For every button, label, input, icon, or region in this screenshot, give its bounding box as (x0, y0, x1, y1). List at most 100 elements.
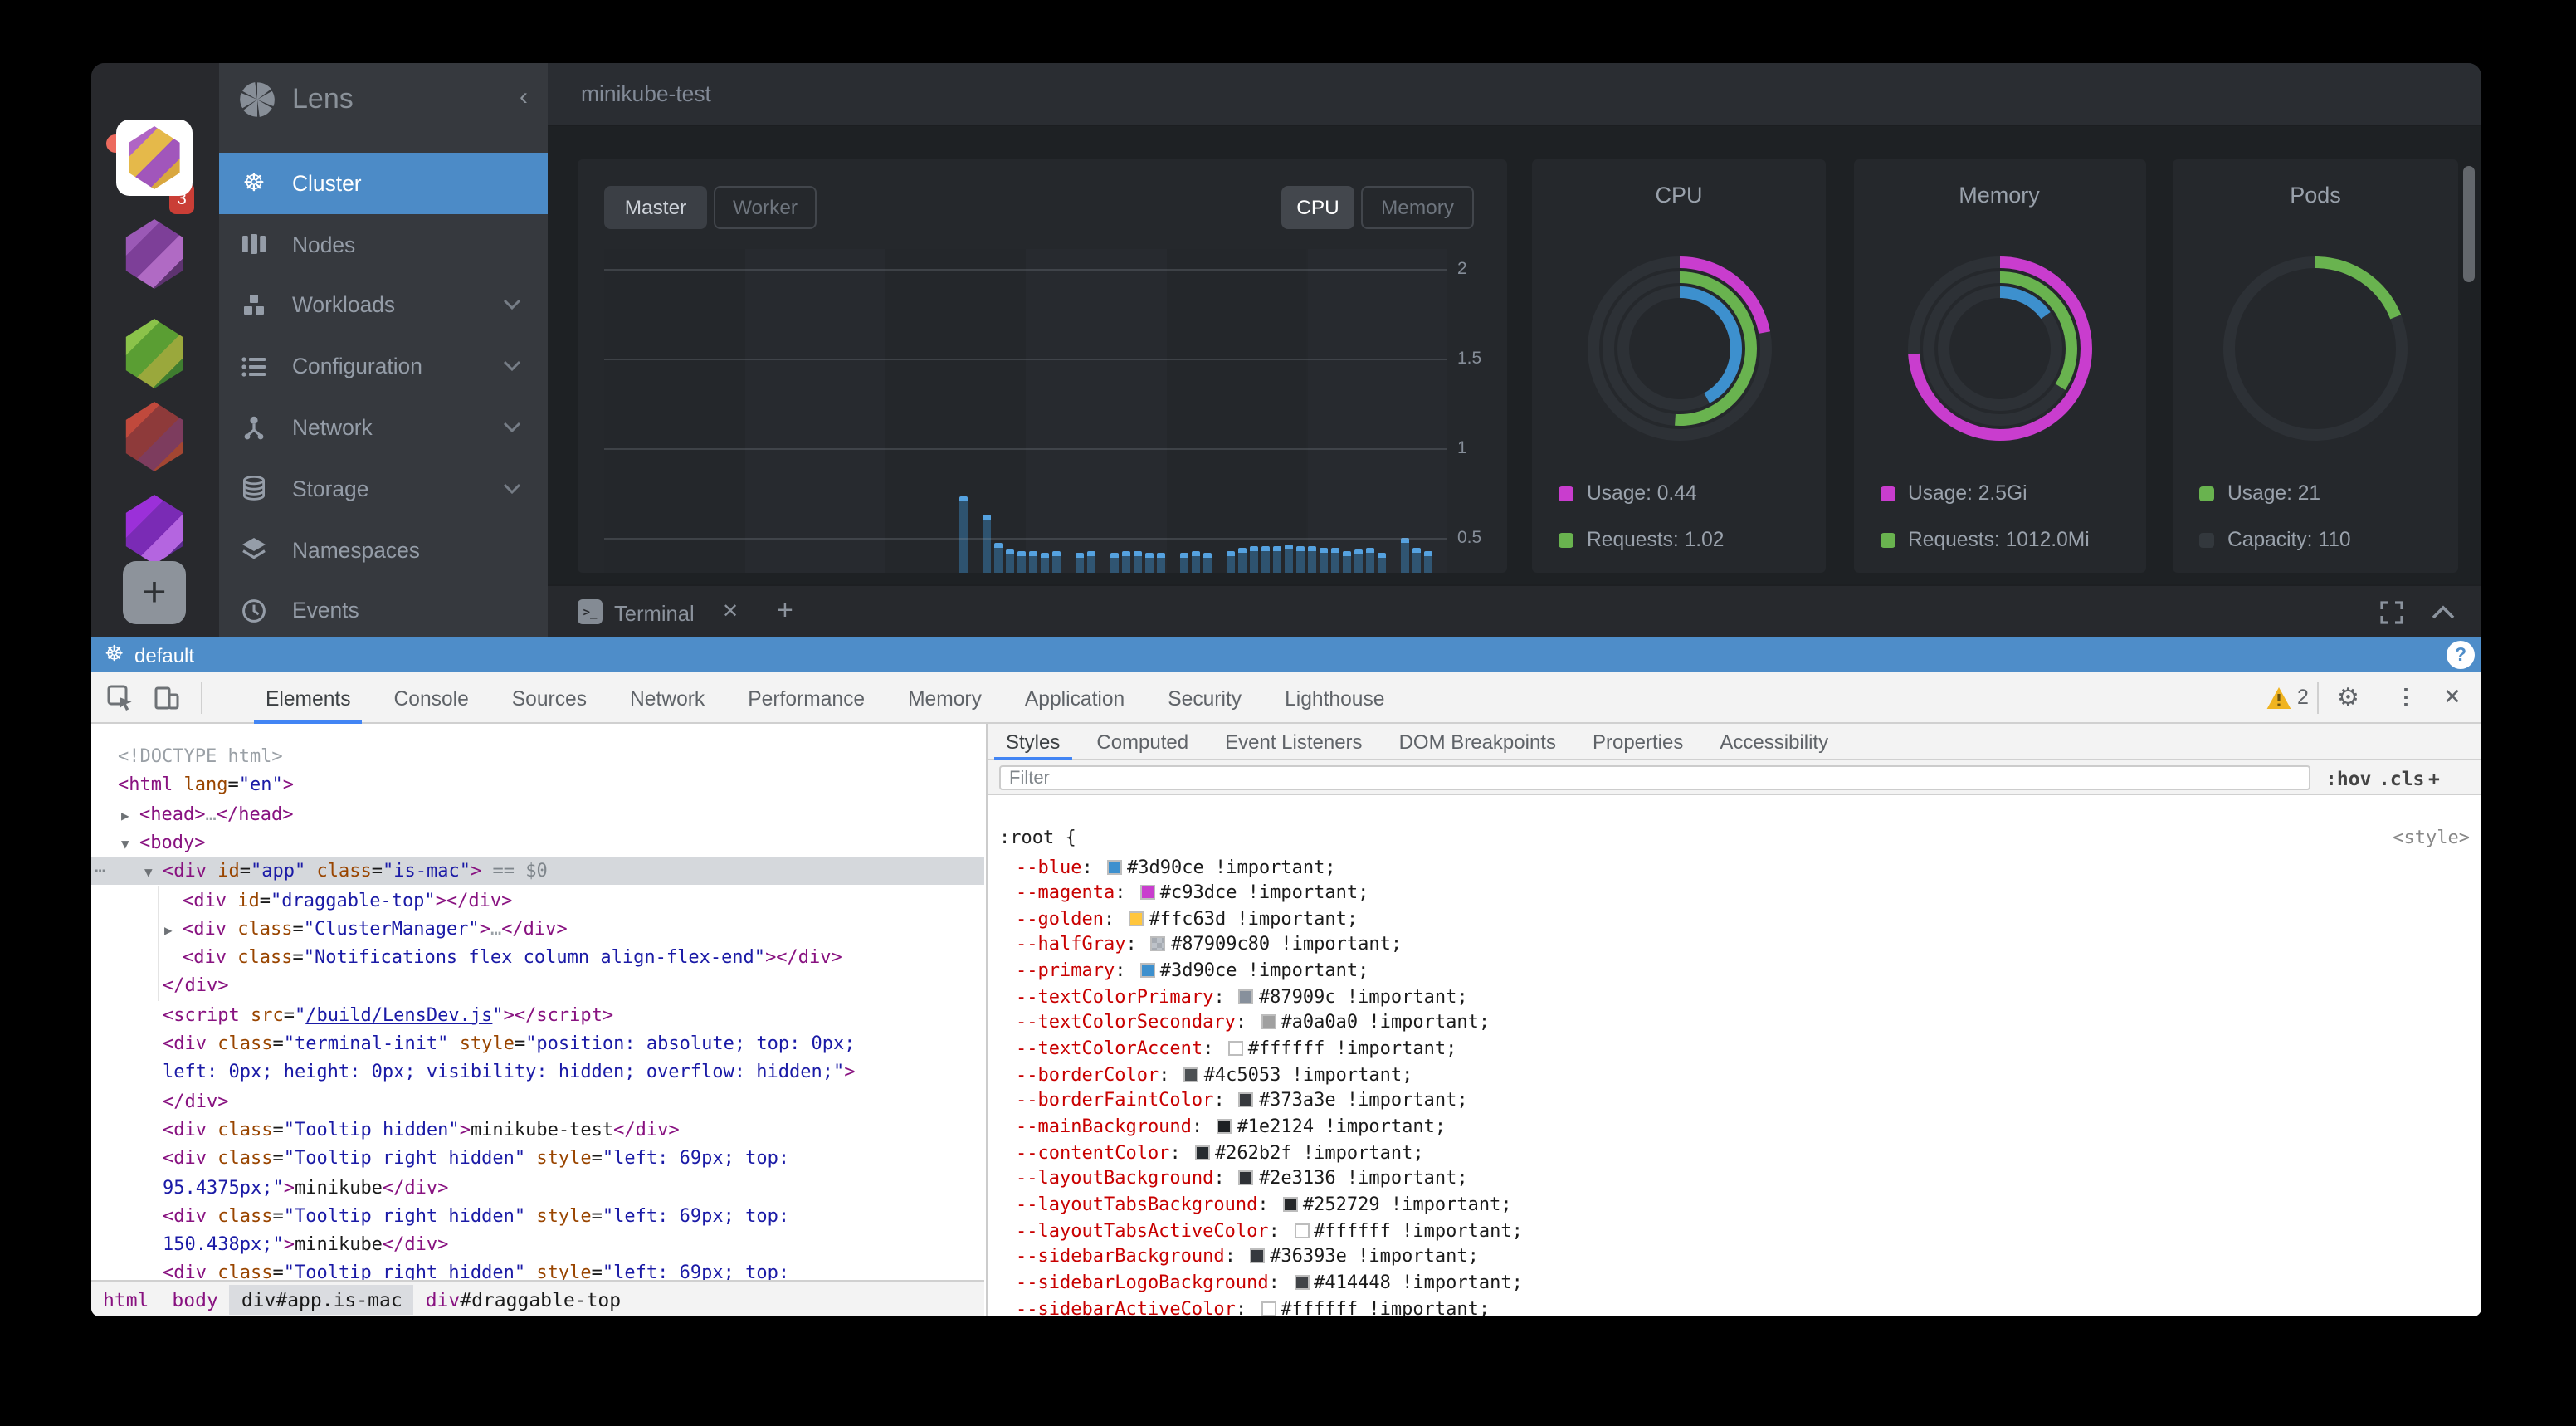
tab-computed[interactable]: Computed (1078, 724, 1207, 760)
rule-selector[interactable]: :root { (999, 827, 1076, 848)
color-swatch[interactable] (1294, 1223, 1309, 1238)
styles-filter-input[interactable] (999, 765, 2310, 790)
expand-arrow-open-icon[interactable]: ▼ (121, 830, 129, 859)
color-swatch[interactable] (1107, 859, 1122, 874)
namespace-label[interactable]: default (134, 644, 194, 667)
tab-application[interactable]: Application (1003, 672, 1146, 724)
cluster-tile-cluster-5[interactable] (116, 491, 193, 568)
class-toggle[interactable]: .cls (2378, 767, 2424, 790)
color-swatch[interactable] (1140, 885, 1155, 900)
css-variable-row[interactable]: --textColorPrimary: #87909c !important; (1016, 984, 1468, 1010)
dom-tree-row[interactable]: ⋯▼<div id="app" class="is-mac"> == $0 (91, 857, 984, 886)
color-swatch[interactable] (1261, 1015, 1276, 1030)
css-variable-row[interactable]: --textColorSecondary: #a0a0a0 !important… (1016, 1010, 1490, 1036)
sidebar-item-storage[interactable]: Storage (219, 458, 548, 520)
css-property-name[interactable]: --layoutTabsBackground (1016, 1194, 1257, 1215)
color-swatch[interactable] (1228, 1041, 1243, 1056)
terminal-close-icon[interactable]: ✕ (722, 599, 739, 623)
dom-tree-row[interactable]: ▼<body> (91, 828, 984, 857)
css-property-value[interactable]: #4c5053 !important; (1204, 1063, 1413, 1085)
dom-tree-row[interactable]: left: 0px; height: 0px; visibility: hidd… (91, 1058, 984, 1087)
color-swatch[interactable] (1250, 1249, 1265, 1264)
sidebar-collapse-icon[interactable]: ‹ (520, 83, 528, 111)
css-variable-row[interactable]: --sidebarLogoBackground: #414448 !import… (1016, 1270, 1523, 1296)
css-property-value[interactable]: #2e3136 !important; (1259, 1168, 1468, 1189)
tab-sources[interactable]: Sources (490, 672, 608, 724)
terminal-add-icon[interactable]: + (777, 594, 793, 628)
tab-properties[interactable]: Properties (1574, 724, 1701, 760)
dom-tree-row[interactable]: <div class="Tooltip right hidden" style=… (91, 1144, 984, 1173)
css-property-name[interactable]: --sidebarLogoBackground (1016, 1272, 1269, 1293)
warning-icon[interactable] (2266, 686, 2292, 711)
css-variable-row[interactable]: --sidebarBackground: #36393e !important; (1016, 1244, 1479, 1270)
dom-tree-row[interactable]: <!DOCTYPE html> (91, 742, 984, 771)
css-property-value[interactable]: #ffffff !important; (1248, 1038, 1457, 1059)
css-property-value[interactable]: #373a3e !important; (1259, 1090, 1468, 1111)
color-swatch[interactable] (1129, 911, 1144, 926)
color-swatch[interactable] (1184, 1067, 1199, 1082)
css-property-value[interactable]: #252729 !important; (1303, 1194, 1512, 1215)
css-property-value[interactable]: #a0a0a0 !important; (1281, 1012, 1490, 1033)
sidebar-item-configuration[interactable]: Configuration (219, 336, 548, 398)
breadcrumb-item[interactable]: html (91, 1284, 160, 1314)
dom-tree-row[interactable]: <script src="/build/LensDev.js"></script… (91, 1000, 984, 1029)
tab-elements[interactable]: Elements (244, 672, 373, 724)
css-property-value[interactable]: #1e2124 !important; (1237, 1116, 1446, 1137)
add-cluster-button[interactable]: + (123, 561, 186, 624)
tab-event-listeners[interactable]: Event Listeners (1207, 724, 1380, 760)
tab-console[interactable]: Console (373, 672, 490, 724)
css-variable-row[interactable]: --layoutTabsBackground: #252729 !importa… (1016, 1192, 1512, 1218)
css-variable-row[interactable]: --sidebarActiveColor: #ffffff !important… (1016, 1296, 1490, 1316)
css-property-value[interactable]: #3d90ce !important; (1127, 856, 1336, 877)
dom-tree-row[interactable]: <div class="Tooltip right hidden" style=… (91, 1259, 984, 1282)
dom-tree-row[interactable]: <div class="terminal-init" style="positi… (91, 1029, 984, 1058)
dom-tree-row[interactable]: 150.438px;">minikube</div> (91, 1230, 984, 1259)
css-variable-row[interactable]: --borderFaintColor: #373a3e !important; (1016, 1088, 1468, 1114)
css-variable-row[interactable]: --textColorAccent: #ffffff !important; (1016, 1036, 1456, 1062)
css-property-value[interactable]: #ffffff !important; (1281, 1297, 1490, 1316)
tab-lighthouse[interactable]: Lighthouse (1263, 672, 1406, 724)
css-property-name[interactable]: --layoutTabsActiveColor (1016, 1219, 1269, 1241)
css-variable-row[interactable]: --primary: #3d90ce !important; (1016, 958, 1368, 984)
css-property-name[interactable]: --halfGray (1016, 934, 1125, 955)
dom-tree-row[interactable]: <div id="draggable-top"></div> (91, 886, 984, 915)
tab-styles[interactable]: Styles (988, 724, 1078, 760)
sidebar-item-network[interactable]: Network (219, 397, 548, 458)
css-variable-row[interactable]: --mainBackground: #1e2124 !important; (1016, 1114, 1446, 1140)
dom-row-menu-icon[interactable]: ⋯ (95, 857, 104, 886)
dom-tree-row[interactable]: ▶<div class="ClusterManager">…</div> (91, 915, 984, 944)
sidebar-item-workloads[interactable]: Workloads (219, 275, 548, 336)
breadcrumb-item[interactable]: div#app.is-mac (230, 1284, 414, 1314)
expand-arrow-closed-icon[interactable]: ▶ (164, 916, 173, 945)
css-variable-row[interactable]: --golden: #ffc63d !important; (1016, 906, 1358, 932)
devtools-menu-icon[interactable]: ⋮ (2395, 684, 2417, 711)
css-property-name[interactable]: --sidebarBackground (1016, 1246, 1225, 1267)
css-property-name[interactable]: --primary (1016, 960, 1115, 981)
css-property-name[interactable]: --golden (1016, 908, 1104, 930)
expand-arrow-open-icon[interactable]: ▼ (144, 858, 153, 887)
css-property-value[interactable]: #414448 !important; (1314, 1272, 1523, 1293)
dom-tree-row[interactable]: <div class="Tooltip right hidden" style=… (91, 1202, 984, 1231)
sidebar-item-cluster[interactable]: ☸Cluster (219, 153, 548, 214)
css-property-name[interactable]: --contentColor (1016, 1141, 1169, 1163)
css-variable-row[interactable]: --borderColor: #4c5053 !important; (1016, 1062, 1412, 1087)
tab-dom-breakpoints[interactable]: DOM Breakpoints (1381, 724, 1574, 760)
cluster-tile-cluster-2[interactable] (116, 216, 193, 292)
breadcrumb-item[interactable]: body (160, 1284, 229, 1314)
css-property-name[interactable]: --blue (1016, 856, 1082, 877)
css-property-value[interactable]: #ffc63d !important; (1149, 908, 1358, 930)
tab-performance[interactable]: Performance (726, 672, 886, 724)
expand-arrow-closed-icon[interactable]: ▶ (121, 801, 129, 830)
dom-tree-row[interactable]: <div class="Tooltip hidden">minikube-tes… (91, 1116, 984, 1145)
dom-tree-row[interactable]: <html lang="en"> (91, 771, 984, 800)
sidebar-item-nodes[interactable]: Nodes (219, 214, 548, 276)
color-swatch[interactable] (1239, 989, 1254, 1004)
cluster-tile-cluster-3[interactable] (116, 315, 193, 392)
css-property-name[interactable]: --magenta (1016, 881, 1115, 903)
dom-tree-row[interactable]: <div class="Notifications flex column al… (91, 943, 984, 972)
sidebar-item-namespaces[interactable]: Namespaces (219, 520, 548, 581)
cluster-tile-minikube-test[interactable] (116, 120, 193, 196)
css-property-name[interactable]: --borderColor (1016, 1063, 1159, 1085)
dom-tree-row[interactable]: </div> (91, 1087, 984, 1116)
tab-network[interactable]: Network (608, 672, 726, 724)
